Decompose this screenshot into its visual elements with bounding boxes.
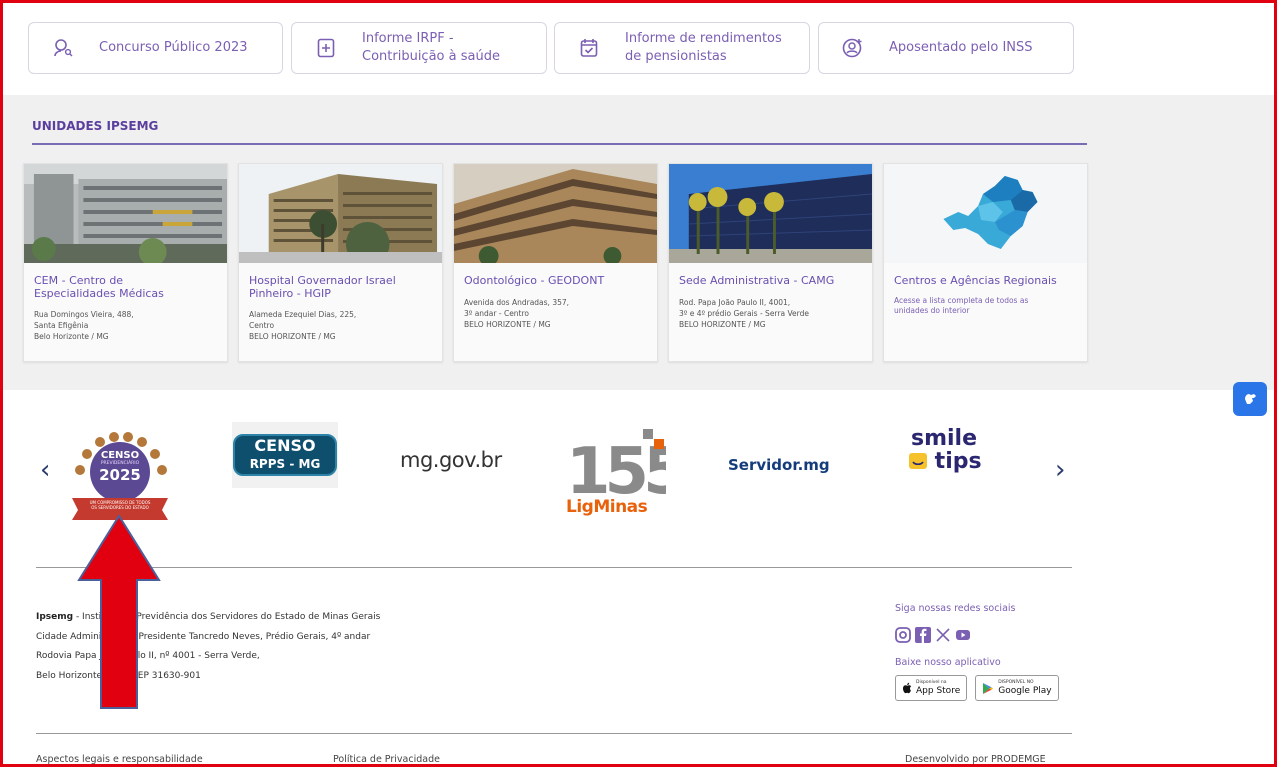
hospital-building-photo (239, 164, 442, 263)
partner-censo-rpps-mg[interactable]: CENSO RPPS - MG (232, 422, 338, 488)
app-store-links: Disponível na App Store DISPONÍVEL NO Goog… (895, 675, 1059, 701)
hand-sign-icon (1245, 394, 1256, 404)
apple-icon (902, 682, 912, 694)
unit-card-camg[interactable]: Sede Administrativa - CAMG Rod. Papa Joã… (668, 163, 873, 362)
unit-card-city: BELO HORIZONTE / MG (249, 332, 336, 341)
carousel-prev-button[interactable]: ‹ (40, 455, 50, 485)
social-links (895, 627, 971, 643)
app-store-button[interactable]: Disponível na App Store (895, 675, 968, 701)
ligminas-name: LigMinas (566, 497, 648, 517)
partner-smile-tips[interactable]: smile tips (909, 428, 982, 474)
youtube-icon[interactable] (955, 627, 971, 643)
censo-2025-ribbon: UM COMPROMISSO DE TODOS OS SERVIDORES DO… (89, 500, 151, 510)
smile-tips-line2: tips (909, 450, 982, 474)
minas-gerais-map-icon (884, 164, 1087, 263)
odontologico-building-photo (454, 164, 657, 263)
unit-card-address: Avenida dos Andradas, 357, (464, 298, 570, 307)
unit-card-geodont[interactable]: Odontológico - GEODONT Avenida dos Andra… (453, 163, 658, 362)
smile-tips-line1: smile (911, 426, 978, 451)
quick-link-aposentado-inss[interactable]: Aposentado pelo INSS (818, 22, 1074, 74)
censo-rpps-line1: CENSO (254, 436, 316, 455)
units-divider (32, 143, 1087, 145)
person-add-icon (841, 36, 865, 60)
google-play-icon (983, 682, 994, 694)
ligminas-number: 155 (566, 435, 666, 497)
footer-divider-bottom (36, 733, 1072, 734)
sede-administrativa-photo (669, 164, 872, 263)
unit-card-title: Centros e Agências Regionais (894, 274, 1057, 287)
unit-card-title: CEM - Centro de Especialidades Médicas (34, 274, 164, 300)
social-title: Siga nossas redes sociais (895, 603, 1016, 614)
instagram-icon[interactable] (895, 627, 911, 643)
google-play-button[interactable]: DISPONÍVEL NO Google Play (975, 675, 1059, 701)
carousel-next-button[interactable]: › (1055, 455, 1065, 485)
x-twitter-icon[interactable] (935, 627, 951, 643)
smile-tips-word: tips (934, 449, 982, 474)
quick-link-label: Informe IRPF - Contribuição à saúde (362, 31, 500, 64)
developer-credit: Desenvolvido por PRODEMGE (905, 754, 1046, 765)
quick-link-informe-irpf[interactable]: Informe IRPF - Contribuição à saúde (291, 22, 547, 74)
quick-link-informe-pensionistas[interactable]: Informe de rendimentos de pensionistas (554, 22, 810, 74)
unit-card-title: Hospital Governador Israel Pinheiro - HG… (249, 274, 396, 300)
unit-card-neighborhood: Centro (249, 321, 275, 330)
unit-card-neighborhood: Santa Efigênia (34, 321, 89, 330)
censo-rpps-line2: RPPS - MG (249, 457, 321, 471)
quick-link-concurso[interactable]: Concurso Público 2023 (28, 22, 283, 74)
red-arrow-annotation (77, 514, 161, 709)
unit-card-address: Alameda Ezequiel Dias, 225, (249, 310, 357, 319)
app-store-label: App Store (916, 686, 961, 696)
unit-card-description: Acesse a lista completa de todos as unid… (894, 296, 1029, 315)
unit-card-city: BELO HORIZONTE / MG (464, 320, 551, 329)
legal-link[interactable]: Aspectos legais e responsabilidade (36, 754, 203, 765)
partner-mg-gov-br[interactable]: mg.gov.br (400, 448, 502, 472)
unit-card-hgip[interactable]: Hospital Governador Israel Pinheiro - HG… (238, 163, 443, 362)
document-plus-icon (314, 36, 338, 60)
cem-building-photo (24, 164, 227, 263)
unit-card-cem[interactable]: CEM - Centro de Especialidades Médicas R… (23, 163, 228, 362)
unit-card-neighborhood: 3º andar - Centro (464, 309, 530, 318)
partner-ligminas-155[interactable]: 155 (566, 427, 690, 509)
ligminas-155-logo: 155 (566, 429, 690, 509)
censo-2025-year: 2025 (99, 466, 141, 484)
unit-card-city: Belo Horizonte / MG (34, 332, 109, 341)
unit-card-neighborhood: 3º e 4º prédio Gerais - Serra Verde (679, 309, 809, 318)
unit-card-address: Rua Domingos Vieira, 488, (34, 310, 134, 319)
unit-card-title: Odontológico - GEODONT (464, 274, 605, 287)
quick-link-label: Aposentado pelo INSS (889, 40, 1033, 55)
person-search-icon (51, 36, 75, 60)
app-title: Baixe nosso aplicativo (895, 657, 1001, 668)
quick-link-label: Informe de rendimentos de pensionistas (625, 31, 782, 64)
partner-censo-2025[interactable]: CENSO PREVIDENCIÁRIO 2025 UM COMPROMISSO… (62, 428, 178, 526)
unit-card-title: Sede Administrativa - CAMG (679, 274, 835, 287)
unit-card-regionais[interactable]: Centros e Agências Regionais Acesse a li… (883, 163, 1088, 362)
partner-servidor-mg[interactable]: Servidor.mg (728, 456, 830, 474)
google-play-label: Google Play (998, 686, 1052, 696)
censo-2025-top: CENSO (100, 450, 140, 461)
smile-emoji-icon (909, 453, 927, 469)
unit-card-address: Rod. Papa João Paulo II, 4001, (679, 298, 791, 307)
unit-card-city: BELO HORIZONTE / MG (679, 320, 766, 329)
privacy-link[interactable]: Política de Privacidade (333, 754, 440, 765)
calendar-check-icon (577, 36, 601, 60)
footer-divider-top (36, 567, 1072, 568)
facebook-icon[interactable] (915, 627, 931, 643)
footer-org-name: Ipsemg (36, 612, 74, 622)
accessibility-button[interactable] (1233, 382, 1267, 416)
censo-rpps-logo: CENSO RPPS - MG (233, 434, 337, 476)
quick-link-label: Concurso Público 2023 (99, 40, 248, 55)
units-title: UNIDADES IPSEMG (32, 119, 159, 133)
